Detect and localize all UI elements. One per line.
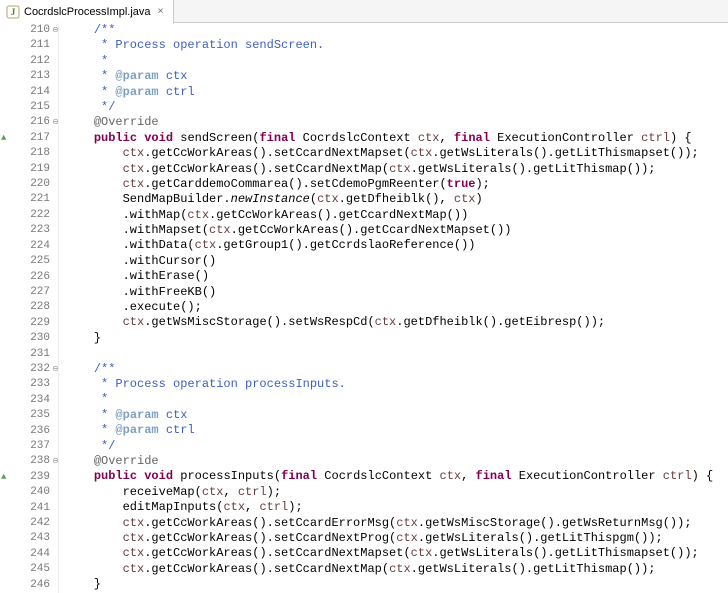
code-line[interactable]: * @param ctrl [65, 85, 728, 100]
line-number: 227 [14, 285, 56, 300]
code-line[interactable]: ctx.getCcWorkAreas().setCcardNextProg(ct… [65, 531, 728, 546]
line-number: 233 [14, 377, 56, 392]
svg-text:J: J [11, 7, 16, 17]
line-number: 220 [14, 177, 56, 192]
line-number: 210⊖ [14, 23, 56, 38]
line-number: 235 [14, 408, 56, 423]
close-icon[interactable]: × [155, 6, 167, 18]
code-line[interactable]: .withMapset(ctx.getCcWorkAreas().getCcar… [65, 223, 728, 238]
line-number: 236 [14, 424, 56, 439]
line-number: 221 [14, 192, 56, 207]
line-number: 234 [14, 393, 56, 408]
line-number: 213 [14, 69, 56, 84]
code-line[interactable]: .withData(ctx.getGroup1().getCcrdslaoRef… [65, 238, 728, 253]
line-number: 224 [14, 239, 56, 254]
code-line[interactable]: .execute(); [65, 300, 728, 315]
fold-toggle-icon[interactable]: ⊖ [51, 365, 60, 374]
code-line[interactable]: @Override [65, 454, 728, 469]
code-line[interactable]: /** [65, 362, 728, 377]
code-line[interactable]: * [65, 54, 728, 69]
code-line[interactable] [65, 346, 728, 361]
override-indicator-icon[interactable]: ▲ [1, 472, 11, 482]
code-line[interactable]: */ [65, 100, 728, 115]
code-line[interactable]: * @param ctrl [65, 423, 728, 438]
editor-tab-bar: J CocrdslcProcessImpl.java × [0, 0, 728, 23]
line-number: 237 [14, 439, 56, 454]
fold-toggle-icon[interactable]: ⊖ [51, 457, 60, 466]
code-line[interactable]: .withFreeKB() [65, 285, 728, 300]
line-number: 222 [14, 208, 56, 223]
line-number: 215 [14, 100, 56, 115]
line-number: 225 [14, 254, 56, 269]
code-line[interactable]: .withCursor() [65, 254, 728, 269]
code-line[interactable]: ctx.getCcWorkAreas().setCcardNextMap(ctx… [65, 562, 728, 577]
code-line[interactable]: receiveMap(ctx, ctrl); [65, 485, 728, 500]
code-line[interactable]: .withMap(ctx.getCcWorkAreas().getCcardNe… [65, 208, 728, 223]
code-line[interactable]: editMapInputs(ctx, ctrl); [65, 500, 728, 515]
code-content[interactable]: /** * Process operation sendScreen. * * … [59, 23, 728, 593]
line-number: 239 [14, 470, 56, 485]
line-number: 216⊖ [14, 115, 56, 130]
line-number: 242 [14, 516, 56, 531]
line-number: 244 [14, 547, 56, 562]
code-line[interactable]: SendMapBuilder.newInstance(ctx.getDfheib… [65, 192, 728, 207]
editor-tab-active[interactable]: J CocrdslcProcessImpl.java × [0, 0, 174, 24]
line-number: 240 [14, 485, 56, 500]
fold-toggle-icon[interactable]: ⊖ [51, 118, 60, 127]
code-line[interactable]: .withErase() [65, 269, 728, 284]
java-file-icon: J [6, 5, 20, 19]
line-number: 211 [14, 38, 56, 53]
code-editor[interactable]: ▲▲ 210⊖211212213214215216⊖21721821922022… [0, 23, 728, 593]
code-line[interactable]: /** [65, 23, 728, 38]
code-line[interactable]: ctx.getCcWorkAreas().setCcardErrorMsg(ct… [65, 516, 728, 531]
line-number: 243 [14, 531, 56, 546]
line-number: 212 [14, 54, 56, 69]
fold-toggle-icon[interactable]: ⊖ [51, 26, 60, 35]
code-line[interactable]: * @param ctx [65, 69, 728, 84]
code-line[interactable]: ctx.getCcWorkAreas().setCcardNextMapset(… [65, 546, 728, 561]
line-number: 245 [14, 562, 56, 577]
line-number: 214 [14, 85, 56, 100]
marker-column: ▲▲ [0, 23, 14, 593]
line-number: 228 [14, 300, 56, 315]
override-indicator-icon[interactable]: ▲ [1, 133, 11, 143]
line-number: 218 [14, 146, 56, 161]
editor-tab-filename: CocrdslcProcessImpl.java [24, 6, 151, 18]
line-number: 238⊖ [14, 454, 56, 469]
code-line[interactable]: ctx.getCcWorkAreas().setCcardNextMapset(… [65, 146, 728, 161]
code-line[interactable]: * Process operation processInputs. [65, 377, 728, 392]
line-number: 223 [14, 223, 56, 238]
code-line[interactable]: ctx.getWsMiscStorage().setWsRespCd(ctx.g… [65, 315, 728, 330]
line-number-gutter: 210⊖211212213214215216⊖21721821922022122… [14, 23, 59, 593]
line-number: 217 [14, 131, 56, 146]
code-line[interactable]: ctx.getCarddemoCommarea().setCdemoPgmRee… [65, 177, 728, 192]
line-number: 241 [14, 501, 56, 516]
line-number: 230 [14, 331, 56, 346]
code-line[interactable]: public void processInputs(final Cocrdslc… [65, 469, 728, 484]
code-line[interactable]: } [65, 577, 728, 592]
line-number: 226 [14, 270, 56, 285]
code-line[interactable]: * [65, 392, 728, 407]
code-line[interactable]: } [65, 331, 728, 346]
code-line[interactable]: ctx.getCcWorkAreas().setCcardNextMap(ctx… [65, 162, 728, 177]
line-number: 219 [14, 162, 56, 177]
line-number: 232⊖ [14, 362, 56, 377]
line-number: 229 [14, 316, 56, 331]
code-line[interactable]: public void sendScreen(final CocrdslcCon… [65, 131, 728, 146]
line-number: 231 [14, 347, 56, 362]
code-line[interactable]: * @param ctx [65, 408, 728, 423]
code-line[interactable]: */ [65, 439, 728, 454]
code-line[interactable]: * Process operation sendScreen. [65, 38, 728, 53]
code-line[interactable]: @Override [65, 115, 728, 130]
line-number: 246 [14, 578, 56, 593]
